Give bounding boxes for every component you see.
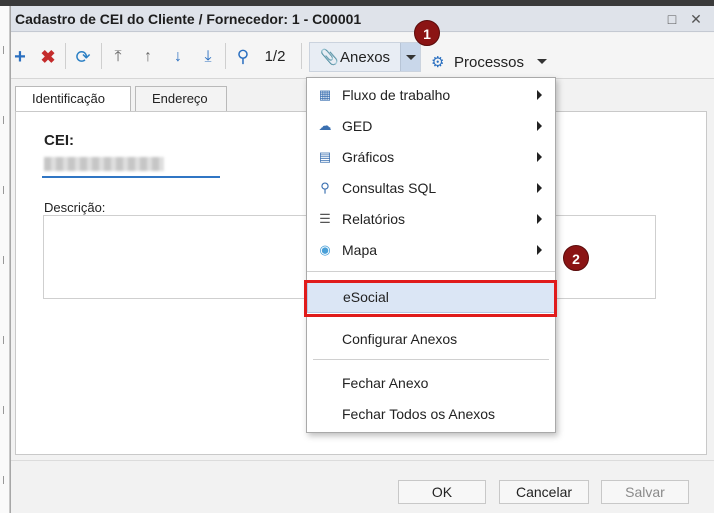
- ged-icon: ☁: [318, 118, 332, 133]
- processos-button[interactable]: Processos: [454, 54, 524, 71]
- map-pin-icon: ◉: [319, 242, 331, 257]
- tab-identificacao[interactable]: Identificação: [15, 86, 131, 113]
- anexos-dropdown-toggle[interactable]: [400, 43, 420, 71]
- save-button[interactable]: Salvar: [601, 480, 689, 504]
- menu-item-consultas-sql[interactable]: ⚲ Consultas SQL: [307, 173, 555, 203]
- menu-item-relatorios[interactable]: ☰ Relatórios: [307, 204, 555, 234]
- delete-icon[interactable]: ✖: [39, 46, 57, 68]
- search-icon[interactable]: ⚲: [233, 46, 253, 68]
- cei-value-redacted: [44, 157, 164, 171]
- step-1-badge: 1: [414, 20, 440, 46]
- title-bar: Cadastro de CEI do Cliente / Fornecedor:…: [11, 6, 714, 32]
- chevron-right-icon: [537, 214, 542, 224]
- menu-item-ged[interactable]: ☁ GED: [307, 111, 555, 141]
- last-record-icon[interactable]: ⤓: [199, 46, 217, 68]
- next-record-icon[interactable]: ↓: [169, 46, 187, 68]
- chevron-down-icon: [406, 55, 416, 60]
- processos-chevron-down-icon[interactable]: [537, 59, 547, 64]
- cei-input[interactable]: [42, 152, 220, 178]
- step-2-badge: 2: [563, 245, 589, 271]
- report-icon: ☰: [319, 211, 331, 226]
- anexos-button[interactable]: 📎 Anexos: [309, 42, 421, 72]
- cei-label: CEI:: [44, 132, 74, 149]
- menu-divider: [313, 359, 549, 360]
- chevron-right-icon: [537, 121, 542, 131]
- menu-item-mapa[interactable]: ◉ Mapa: [307, 235, 555, 265]
- highlight-box-esocial: [304, 280, 557, 317]
- window-title: Cadastro de CEI do Cliente / Fornecedor:…: [15, 11, 362, 27]
- refresh-icon[interactable]: ⟳: [73, 46, 93, 68]
- search-icon: ⚲: [320, 180, 330, 195]
- chevron-right-icon: [537, 183, 542, 193]
- maximize-icon[interactable]: □: [662, 9, 682, 29]
- menu-item-fechar-anexo[interactable]: Fechar Anexo: [307, 368, 555, 398]
- background-window-edge: [0, 6, 10, 513]
- anexos-menu: ▦ Fluxo de trabalho ☁ GED ▤ Gráficos ⚲ C…: [306, 77, 556, 433]
- menu-item-fechar-todos-os-anexos[interactable]: Fechar Todos os Anexos: [307, 399, 555, 429]
- menu-item-graficos[interactable]: ▤ Gráficos: [307, 142, 555, 172]
- chevron-right-icon: [537, 90, 542, 100]
- descricao-label: Descrição:: [44, 200, 106, 215]
- toolbar: + ✖ ⟳ ⤒ ↑ ↓ ⤓ ⚲ 1/2 📎 Anexos ⚙ Processos: [11, 33, 714, 79]
- ok-button[interactable]: OK: [398, 480, 486, 504]
- chart-icon: ▤: [318, 149, 332, 164]
- chevron-right-icon: [537, 245, 542, 255]
- menu-item-configurar-anexos[interactable]: Configurar Anexos: [307, 324, 555, 354]
- page-indicator: 1/2: [264, 48, 286, 65]
- previous-record-icon[interactable]: ↑: [139, 46, 157, 68]
- menu-item-fluxo-de-trabalho[interactable]: ▦ Fluxo de trabalho: [307, 80, 555, 110]
- first-record-icon[interactable]: ⤒: [109, 46, 127, 68]
- gear-icon: ⚙: [431, 54, 445, 71]
- workflow-icon: ▦: [318, 87, 332, 102]
- close-icon[interactable]: ✕: [686, 9, 706, 29]
- tab-endereco[interactable]: Endereço: [135, 86, 227, 112]
- cancel-button[interactable]: Cancelar: [499, 480, 589, 504]
- chevron-right-icon: [537, 152, 542, 162]
- plus-icon[interactable]: +: [11, 46, 29, 68]
- footer-divider: [11, 460, 714, 461]
- paperclip-icon: 📎: [320, 49, 339, 66]
- menu-divider: [307, 271, 555, 272]
- anexos-label: Anexos: [340, 49, 391, 66]
